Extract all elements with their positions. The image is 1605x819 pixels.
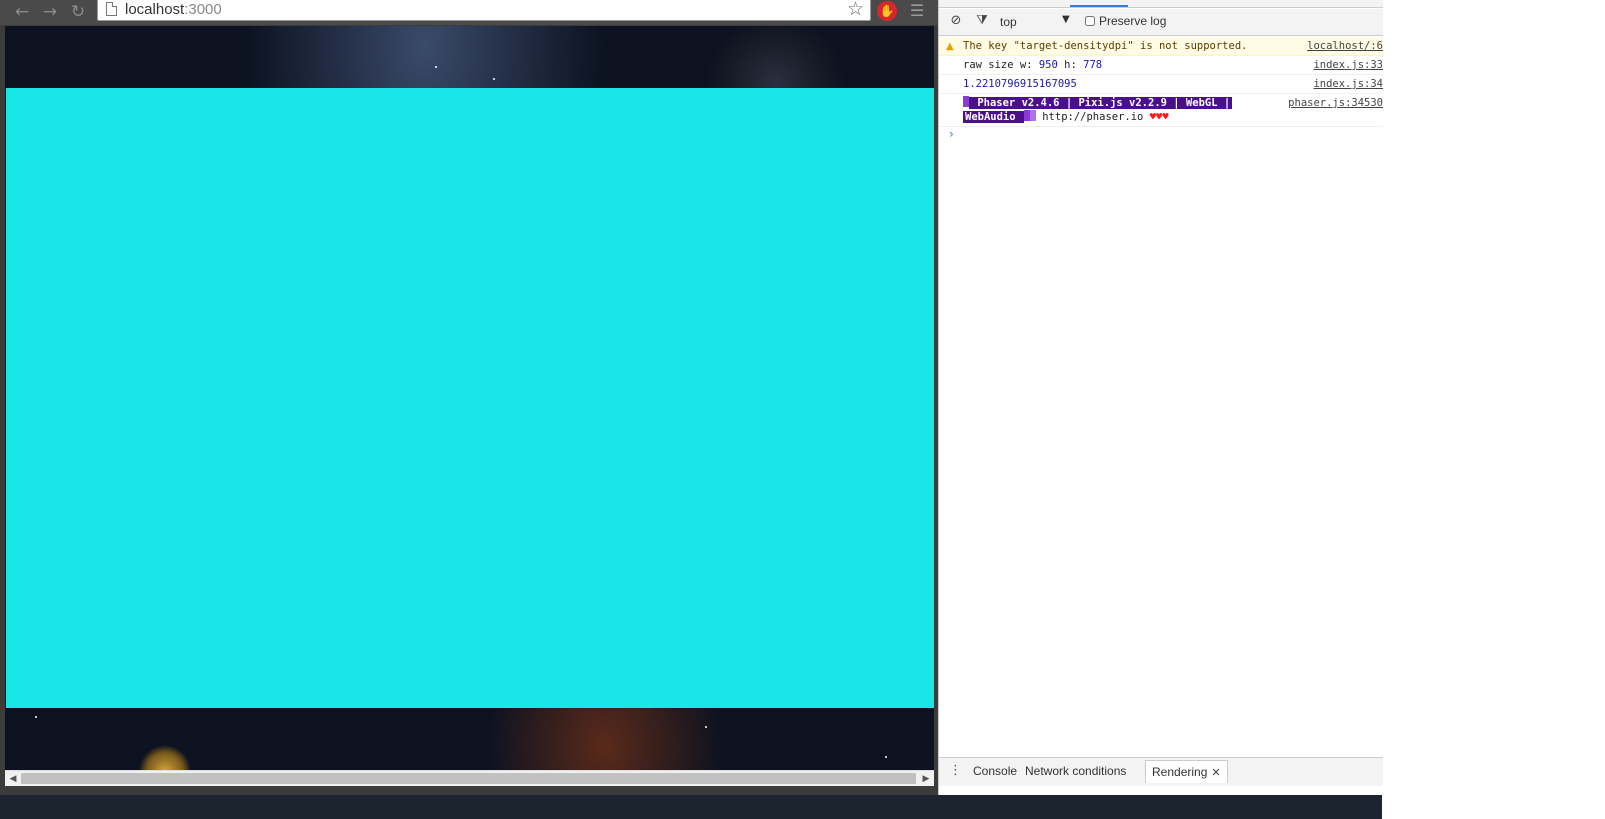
game-canvas[interactable] [6,88,934,708]
address-bar[interactable]: localhost:3000 ☆ [97,0,871,21]
scroll-right-icon[interactable]: ▶ [920,773,932,785]
hamburger-menu-icon[interactable]: ☰ [907,1,927,21]
stop-hand-extension-icon[interactable]: ✋ [877,1,897,21]
console-message: 1.2210796915167095 index.js:34 [939,75,1383,94]
scroll-left-icon[interactable]: ◀ [7,773,19,785]
clear-console-icon[interactable]: ⊘ [948,13,964,29]
warning-icon: ▲ [946,41,954,52]
reload-icon[interactable]: ↻ [67,2,89,22]
message-value-h: 778 [1083,59,1103,71]
back-arrow-icon[interactable]: ← [11,2,33,22]
message-number: 1.2210796915167095 [963,78,1077,90]
url-host: localhost [125,1,185,18]
context-select[interactable]: top [1000,15,1017,29]
close-icon[interactable]: ✕ [1211,766,1220,779]
os-taskbar [0,795,1382,819]
phaser-banner-line2: WebAudio [963,111,1024,123]
space-star [435,66,437,68]
bookmark-star-icon[interactable]: ☆ [847,0,864,19]
hearts: ♥♥♥ [1149,111,1169,123]
phaser-banner-line1: Phaser v2.4.6 | Pixi.js v2.2.9 | WebGL | [969,97,1233,109]
console-message: raw size w: 950 h: 778 index.js:33 [939,56,1383,75]
chevron-down-icon[interactable]: ▼ [1062,14,1070,25]
message-prefix-h: h: [1057,59,1084,71]
active-tab-indicator [1070,5,1128,7]
browser-window: ← → ↻ localhost:3000 ☆ ✋ ☰ ◀ ▶ [0,0,938,795]
page-viewport [5,26,934,770]
console-message-phaser: Phaser v2.4.6 | Pixi.js v2.2.9 | WebGL |… [939,94,1383,127]
scrollbar-thumb[interactable] [21,773,916,784]
drawer-tab-rendering[interactable]: Rendering ✕ [1145,760,1228,783]
source-link[interactable]: phaser.js:34530 [1288,96,1383,110]
preserve-log-checkbox[interactable]: Preserve log [1085,14,1166,28]
console-message-warning: ▲ The key "target-densitydpi" is not sup… [939,37,1383,56]
browser-toolbar: ← → ↻ localhost:3000 ☆ ✋ ☰ [0,0,938,25]
source-link[interactable]: index.js:34 [1313,77,1383,91]
space-star [493,78,495,80]
phaser-link: http://phaser.io [1035,111,1150,123]
filter-icon[interactable]: ⧩ [974,13,990,29]
message-prefix-w: raw size w: [963,59,1039,71]
page-icon [106,2,117,16]
drawer-tab-console[interactable]: Console [973,764,1017,778]
horizontal-scrollbar[interactable]: ◀ ▶ [5,770,934,786]
devtools-tab-strip [939,0,1383,8]
space-star [705,726,707,728]
space-star [885,756,887,758]
console-messages: ▲ The key "target-densitydpi" is not sup… [939,37,1383,127]
message-text: The key "target-densitydpi" is not suppo… [963,40,1248,52]
console-prompt-icon[interactable]: › [949,127,954,141]
preserve-log-label: Preserve log [1099,14,1167,28]
message-value-w: 950 [1038,59,1058,71]
preserve-log-input[interactable] [1085,16,1095,26]
url-port: :3000 [184,1,222,18]
source-link[interactable]: localhost/:6 [1307,39,1383,53]
drawer-tab-network-conditions[interactable]: Network conditions [1025,764,1126,778]
url-text[interactable]: localhost:3000 [125,1,222,18]
space-star [35,716,37,718]
forward-arrow-icon[interactable]: → [39,2,61,22]
drawer-tab-label: Rendering [1152,765,1208,779]
devtools-panel: ⊘ ⧩ top ▼ Preserve log ▲ The key "target… [938,0,1383,795]
devtools-drawer: ⋮ Console Network conditions Rendering ✕ [939,757,1383,786]
console-toolbar: ⊘ ⧩ top ▼ Preserve log [939,9,1383,36]
more-vertical-icon[interactable]: ⋮ [949,763,962,778]
source-link[interactable]: index.js:33 [1313,58,1383,72]
